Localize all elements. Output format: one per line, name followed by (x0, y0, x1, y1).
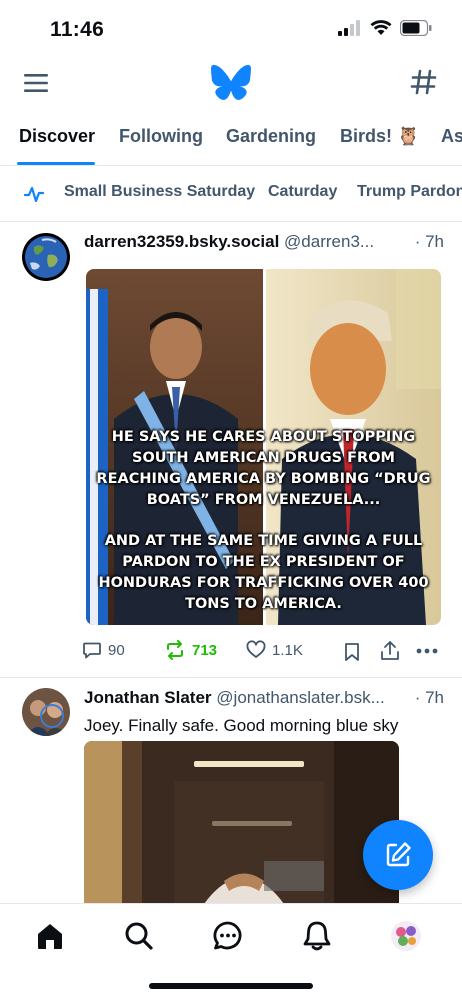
compose-pencil-icon (386, 842, 411, 867)
display-name[interactable]: darren32359.bsky.social (84, 232, 279, 251)
trend-item[interactable]: Caturday (268, 183, 337, 201)
avatar[interactable] (22, 688, 70, 736)
menu-icon[interactable] (22, 70, 50, 96)
post[interactable]: darren32359.bsky.social @darren3... · 7h (0, 222, 462, 678)
handle[interactable]: @darren3... (284, 232, 374, 251)
avatar[interactable] (22, 233, 70, 281)
tab-discover[interactable]: Discover (19, 126, 95, 147)
tab-partial[interactable]: As (441, 126, 462, 147)
image-caption-top: He says he cares about stopping South Am… (96, 429, 431, 508)
home-indicator (149, 983, 313, 989)
trend-item[interactable]: Trump Pardon (357, 183, 462, 201)
search-icon[interactable] (123, 920, 155, 952)
like-button[interactable]: 1.1K (246, 640, 303, 660)
earth-avatar-image (22, 233, 70, 281)
top-nav (0, 58, 462, 108)
more-options-icon[interactable] (416, 648, 438, 654)
battery-icon (400, 20, 432, 36)
active-tab-indicator (17, 162, 95, 165)
compose-button[interactable] (363, 820, 433, 890)
tab-birds[interactable]: Birds! 🦉 (340, 126, 419, 147)
handle[interactable]: @jonathanslater.bsk... (216, 688, 384, 707)
post-actions: 90 713 1.1K (82, 640, 442, 666)
chat-icon[interactable] (212, 920, 244, 952)
trend-item[interactable]: Small Business Saturday (64, 183, 255, 201)
heart-icon (246, 640, 266, 658)
status-time: 11:46 (50, 18, 105, 41)
post-time[interactable]: · 7h (408, 232, 444, 252)
post-time[interactable]: · 7h (408, 688, 444, 708)
post-header: darren32359.bsky.social @darren3... (84, 232, 444, 252)
repost-icon (167, 640, 183, 660)
status-icons (338, 20, 432, 36)
post-text: Joey. Finally safe. Good morning blue sk… (84, 716, 399, 735)
image-caption-bottom: And at the same time giving a full pardo… (98, 533, 429, 612)
trending-bar: Small Business Saturday Caturday Trump P… (0, 166, 462, 222)
like-count: 1.1K (272, 641, 303, 659)
reply-button[interactable]: 90 (82, 640, 125, 660)
butterfly-logo-icon[interactable] (211, 64, 251, 100)
repost-count: 713 (192, 641, 218, 659)
post-header: Jonathan Slater @jonathanslater.bsk... (84, 688, 444, 708)
profile-avatar-image (22, 688, 70, 736)
home-icon[interactable] (34, 920, 66, 952)
repost-button[interactable]: 713 (164, 640, 217, 660)
hallway-dog-photo (84, 741, 399, 921)
trending-pulse-icon (24, 186, 44, 203)
profile-avatar-icon[interactable] (390, 920, 422, 952)
bookmark-icon[interactable] (344, 642, 360, 662)
feed-tabs: Discover Following Gardening Birds! 🦉 As (0, 114, 462, 166)
tab-gardening[interactable]: Gardening (226, 126, 316, 147)
reply-icon (83, 642, 101, 659)
tab-following[interactable]: Following (119, 126, 203, 147)
status-bar: 11:46 (0, 0, 462, 58)
cellular-signal-icon (338, 20, 360, 36)
hashtag-icon[interactable] (410, 68, 438, 96)
share-icon[interactable] (380, 640, 400, 662)
display-name[interactable]: Jonathan Slater (84, 688, 212, 707)
post-image[interactable]: He says he cares about stopping South Am… (86, 269, 441, 625)
reply-count: 90 (108, 641, 125, 659)
post-image[interactable] (84, 741, 399, 921)
notifications-bell-icon[interactable] (301, 920, 333, 952)
wifi-icon (370, 20, 392, 35)
